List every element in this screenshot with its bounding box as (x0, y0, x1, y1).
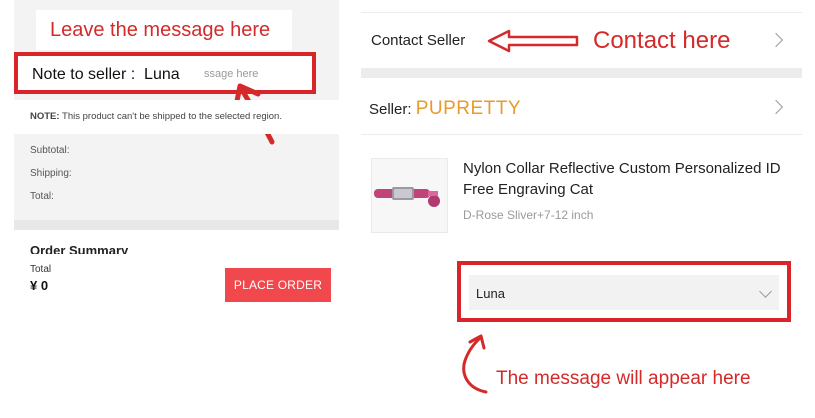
footer-total-label: Total (30, 264, 52, 275)
seller-label: Seller: PUPRETTY (369, 98, 522, 119)
pink-collar-icon (374, 187, 440, 207)
message-appear-annotation: The message will appear here (496, 368, 751, 389)
contact-seller-label: Contact Seller (371, 32, 466, 49)
product-title[interactable]: Nylon Collar Reflective Custom Personali… (463, 158, 793, 200)
note-to-seller-text: Note to seller : Luna (32, 66, 180, 83)
place-order-button[interactable]: PLACE ORDER (225, 268, 331, 302)
product-variant: D-Rose Sliver+7-12 inch (463, 208, 594, 222)
row-divider (361, 68, 802, 78)
shipping-notice: NOTE: This product can't be shipped to t… (30, 111, 282, 122)
total-summary-label: Total: (30, 191, 54, 202)
checkout-footer: Total ¥ 0 PLACE ORDER (14, 254, 339, 314)
contact-pointer-arrow-icon (487, 29, 579, 53)
seller-row[interactable]: Seller: PUPRETTY (361, 78, 802, 135)
chevron-right-icon (768, 99, 784, 115)
chevron-down-icon (759, 285, 772, 298)
subtotal-label: Subtotal: (30, 145, 70, 156)
seller-message-value: Luna (476, 286, 505, 301)
chevron-right-icon (768, 32, 784, 48)
contact-here-annotation: Contact here (593, 27, 731, 54)
curved-pointer-arrow-icon (462, 334, 488, 394)
order-detail-panel: Contact Seller Contact here Seller: PUPR… (361, 0, 802, 330)
leave-message-annotation: Leave the message here (36, 10, 292, 50)
section-divider (14, 220, 339, 230)
message-highlight-box: Luna (457, 261, 791, 322)
footer-total-value: ¥ 0 (30, 278, 49, 293)
shipping-label: Shipping: (30, 168, 72, 179)
product-thumbnail[interactable] (371, 158, 448, 233)
contact-seller-row[interactable]: Contact Seller Contact here (361, 12, 802, 69)
seller-message-dropdown[interactable]: Luna (469, 275, 779, 310)
seller-name: PUPRETTY (415, 98, 522, 119)
